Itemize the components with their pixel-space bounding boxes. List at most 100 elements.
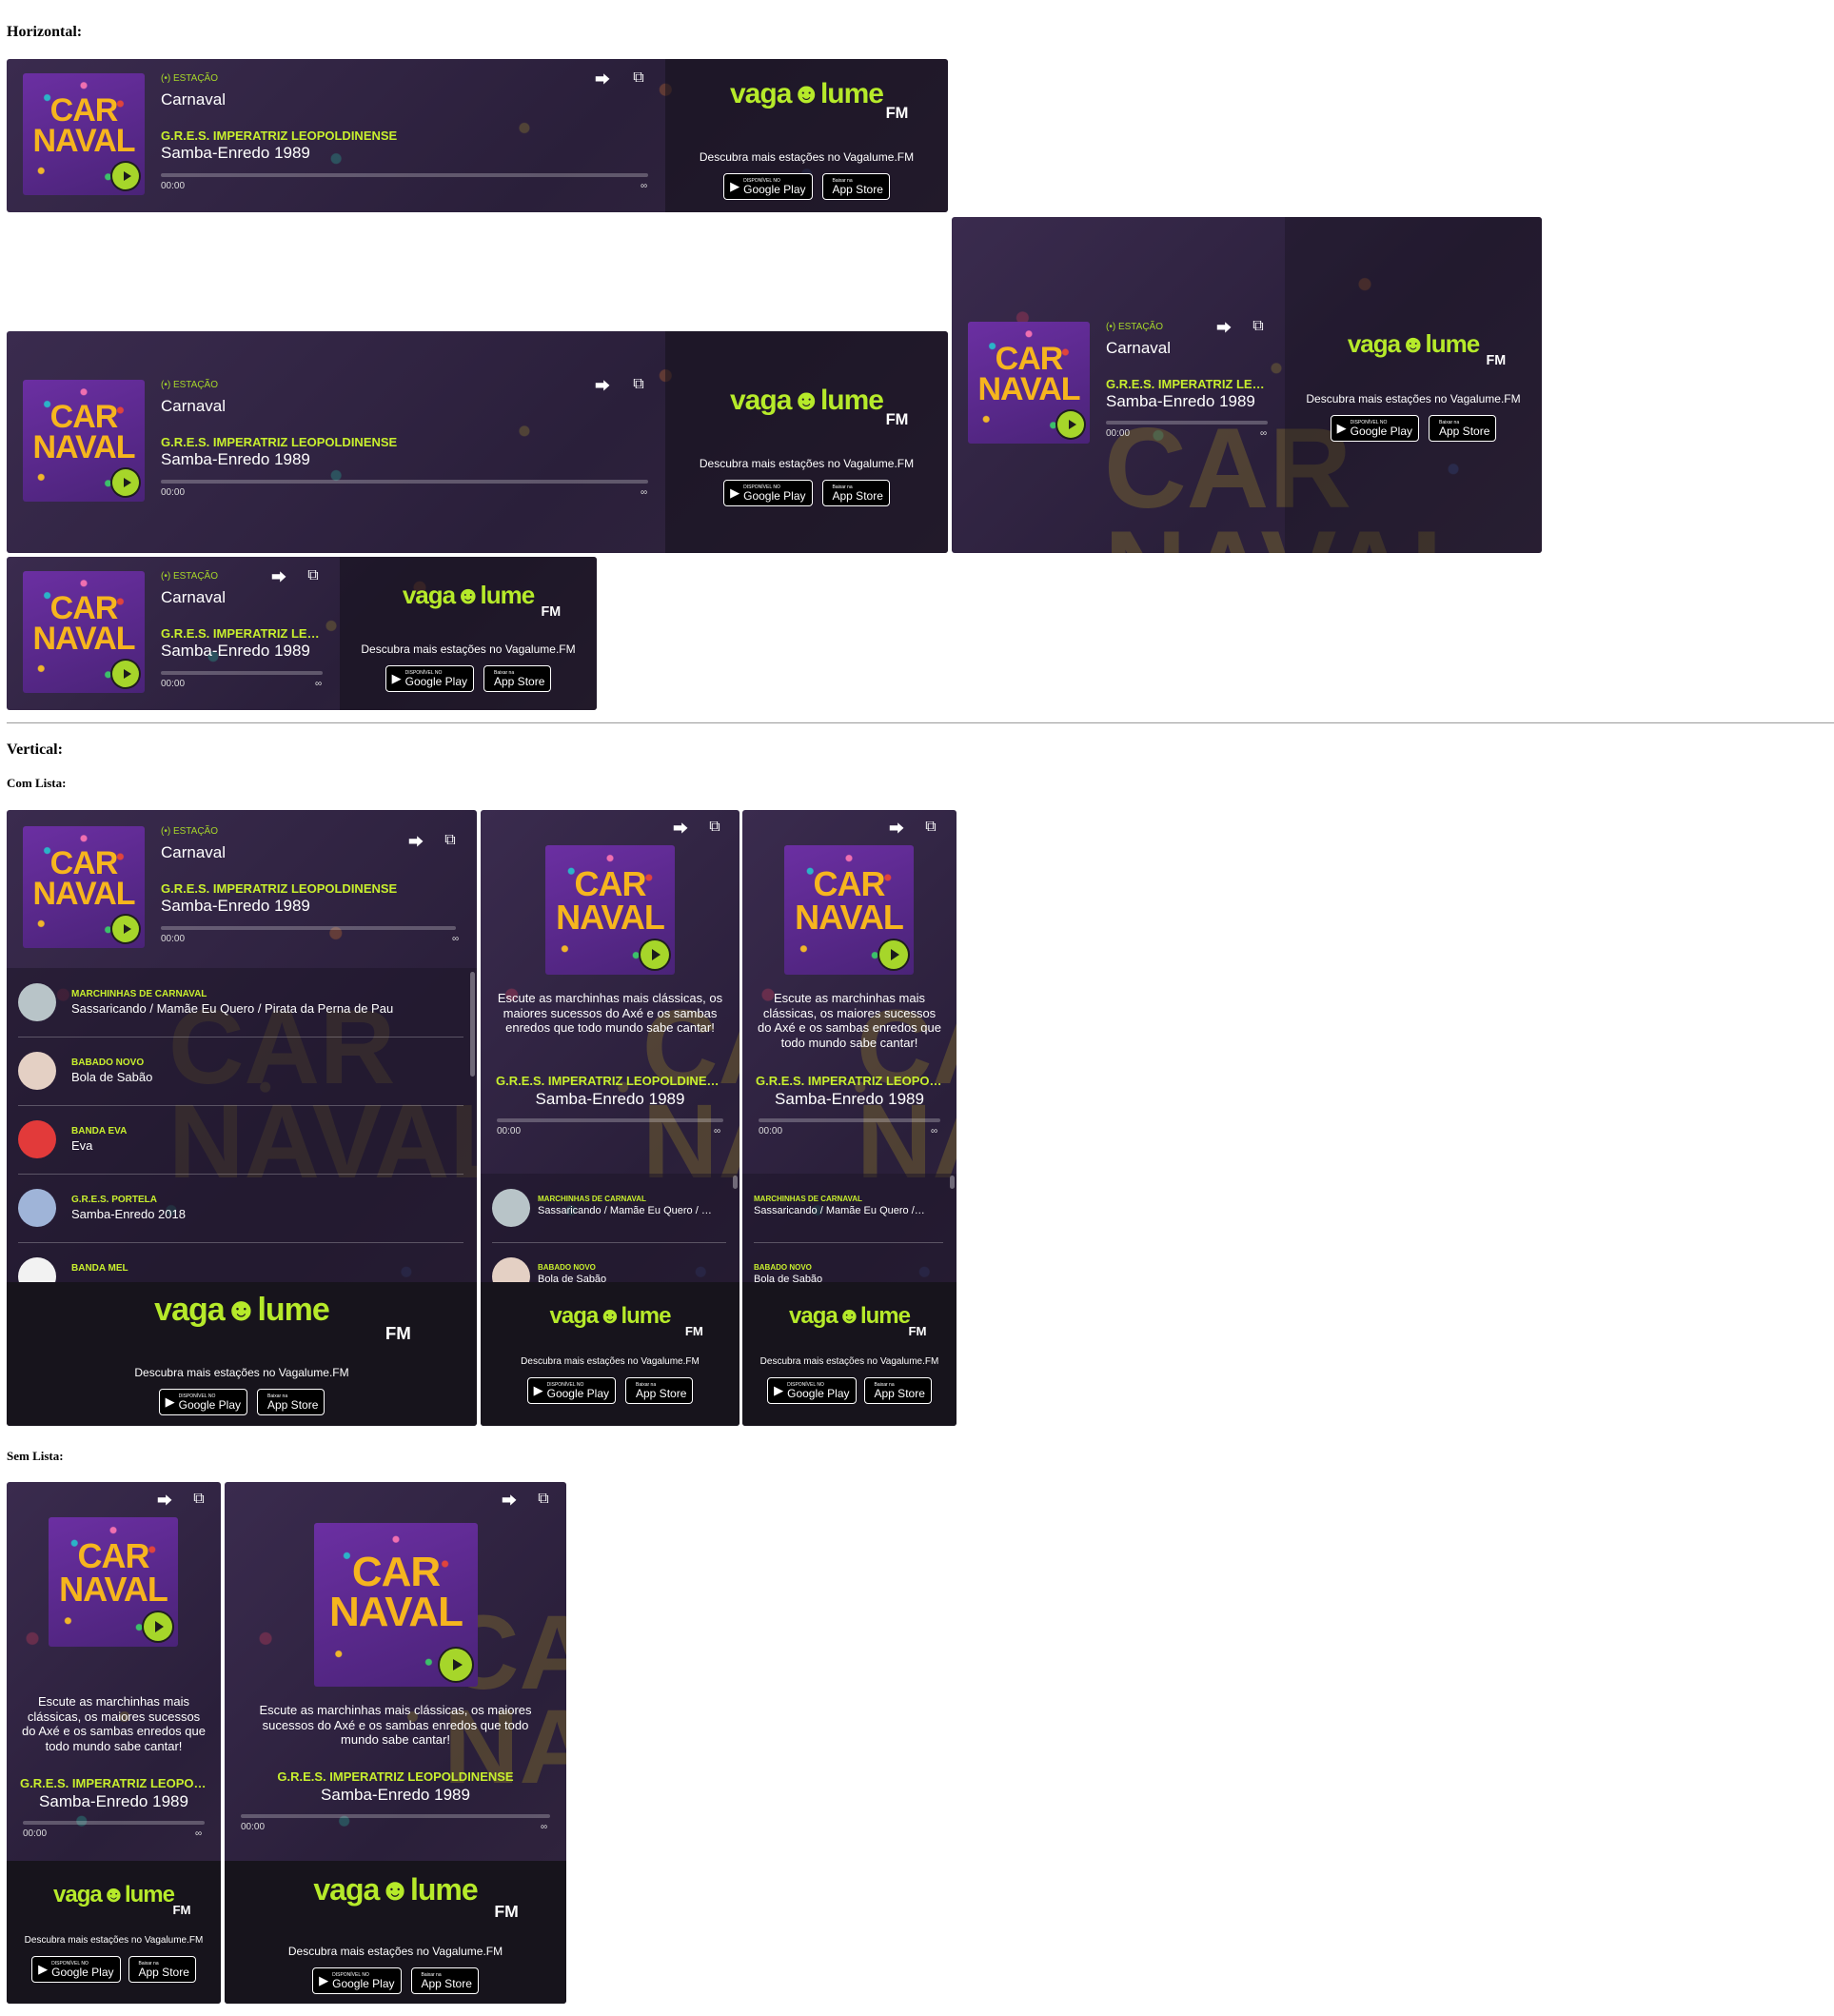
progress-bar[interactable]	[759, 1118, 940, 1122]
station-name: Carnaval	[161, 843, 227, 861]
station-name: Carnaval	[161, 90, 227, 109]
progress-bar[interactable]	[1106, 421, 1268, 425]
share-icon[interactable]: ⮕	[269, 566, 288, 586]
google-play-button[interactable]: ▶ DISPONÍVEL NO Google Play	[385, 665, 474, 692]
list-item[interactable]: G.R.E.S. PORTELA Samba-Enredo 2018	[18, 1174, 463, 1243]
list-item[interactable]: MARCHINHAS DE CARNAVAL Sassaricando / Ma…	[18, 968, 463, 1038]
store-buttons: ▶ DISPONÍVEL NO Google Play Baixar na App S…	[665, 480, 948, 506]
external-window-icon[interactable]: ⧉	[629, 375, 648, 394]
app-store-button[interactable]: Baixar na App Store	[483, 665, 552, 692]
google-play-button[interactable]: ▶ DISPONÍVEL NO Google Play	[526, 1377, 616, 1404]
cover-title: CAR NAVAL	[32, 399, 135, 466]
artist-avatar	[18, 983, 56, 1021]
google-play-button[interactable]: ▶ DISPONÍVEL NO Google Play	[767, 1377, 857, 1404]
external-window-icon[interactable]: ⧉	[441, 831, 460, 850]
external-window-icon[interactable]: ⧉	[534, 1490, 553, 1509]
list-item[interactable]: MARCHINHAS DE CARNAVAL Sassaricando / Ma…	[754, 1174, 943, 1243]
progress-bar[interactable]	[161, 480, 648, 484]
share-icon[interactable]: ⮕	[155, 1490, 174, 1510]
play-icon[interactable]	[112, 163, 139, 189]
play-icon[interactable]	[144, 1612, 172, 1641]
external-window-icon[interactable]: ⧉	[629, 69, 648, 88]
list-scrollbar[interactable]	[733, 1176, 738, 1189]
share-icon[interactable]: ⮕	[671, 818, 690, 838]
play-triangle-icon	[123, 171, 131, 181]
station-track-list: MARCHINHAS DE CARNAVAL Sassaricando / Ma…	[7, 968, 477, 1282]
progress-bar[interactable]	[241, 1814, 550, 1818]
app-store-button[interactable]: Baixar na App Store	[821, 173, 890, 200]
list-scrollbar[interactable]	[470, 972, 475, 1077]
list-item[interactable]: MARCHINHAS DE CARNAVAL Sassaricando / Ma…	[492, 1174, 726, 1243]
app-store-button[interactable]: Baixar na App Store	[821, 480, 890, 506]
play-icon[interactable]	[879, 940, 908, 969]
app-store-button[interactable]: Baixar na App Store	[1429, 415, 1497, 442]
app-store-button[interactable]: Baixar na App Store	[410, 1967, 479, 1994]
google-play-button[interactable]: ▶ DISPONÍVEL NO Google Play	[1330, 415, 1419, 442]
google-play-button[interactable]: ▶ DISPONÍVEL NO Google Play	[723, 173, 813, 200]
app-store-button[interactable]: Baixar na App Store	[128, 1956, 196, 1983]
share-icon[interactable]: ⮕	[887, 818, 906, 838]
duration-infinite: ∞	[452, 934, 460, 944]
vagalume-fm-logo: vaga☻lume FM	[154, 1292, 411, 1343]
duration-infinite: ∞	[1260, 428, 1268, 439]
list-scrollbar[interactable]	[950, 1176, 955, 1189]
list-item[interactable]: BANDA EVA Eva	[18, 1105, 463, 1175]
list-item[interactable]: BANDA MEL	[18, 1242, 463, 1282]
share-icon[interactable]: ⮕	[500, 1490, 519, 1510]
list-item-artist: G.R.E.S. PORTELA	[71, 1195, 158, 1205]
progress-bar[interactable]	[23, 1821, 205, 1825]
cover-title: CAR NAVAL	[32, 92, 135, 160]
song-title: Samba-Enredo 1989	[39, 1792, 188, 1810]
store-buttons: ▶ DISPONÍVEL NO Google Play Baixar na App S…	[7, 1956, 221, 1983]
share-icon[interactable]: ⮕	[593, 375, 612, 395]
cover-art: CAR NAVAL	[545, 845, 675, 975]
play-icon[interactable]	[1057, 411, 1084, 438]
cover-art: CAR NAVAL	[784, 845, 914, 975]
store-buttons: ▶ DISPONÍVEL NO Google Play Baixar na App S…	[225, 1967, 566, 1994]
play-triangle-icon	[123, 669, 131, 679]
app-store-button[interactable]: Baixar na App Store	[863, 1377, 932, 1404]
station-description: Escute as marchinhas mais clássicas, os …	[497, 991, 723, 1036]
list-item-artist: BABADO NOVO	[538, 1263, 596, 1272]
list-item[interactable]: BABADO NOVO Bola de Sabão	[492, 1242, 726, 1282]
share-icon[interactable]: ⮕	[1214, 317, 1233, 337]
play-icon[interactable]	[112, 916, 139, 942]
progress-bar[interactable]	[161, 671, 323, 675]
elapsed-time: 00:00	[161, 181, 186, 191]
google-play-button[interactable]: ▶ DISPONÍVEL NO Google Play	[31, 1956, 121, 1983]
cover-title: CAR NAVAL	[556, 864, 665, 937]
google-play-button[interactable]: ▶ DISPONÍVEL NO Google Play	[158, 1389, 247, 1415]
play-icon[interactable]	[112, 661, 139, 687]
external-window-icon[interactable]: ⧉	[1249, 317, 1268, 336]
external-window-icon[interactable]: ⧉	[921, 818, 940, 837]
progress-bar[interactable]	[161, 173, 648, 177]
app-store-button[interactable]: Baixar na App Store	[257, 1389, 325, 1415]
play-icon[interactable]	[112, 469, 139, 496]
cover-art: CAR NAVAL	[49, 1517, 178, 1647]
google-play-icon: ▶	[730, 179, 740, 193]
share-icon[interactable]: ⮕	[406, 831, 425, 851]
google-play-button[interactable]: ▶ DISPONÍVEL NO Google Play	[723, 480, 813, 506]
external-window-icon[interactable]: ⧉	[304, 566, 323, 585]
google-play-icon: ▶	[533, 1383, 543, 1397]
station-description: Escute as marchinhas mais clássicas, os …	[22, 1694, 206, 1753]
external-window-icon[interactable]: ⧉	[705, 818, 724, 837]
section-divider	[7, 722, 1834, 723]
progress-bar[interactable]	[161, 926, 456, 930]
player-widget-vertical-narrow: ⮕ ⧉ CAR NAVAL Escute as marchinhas mais …	[7, 1482, 221, 2004]
artist-name: G.R.E.S. IMPERATRIZ LEOPOLDINENSE	[161, 626, 323, 641]
cover-art: CAR NAVAL	[23, 380, 145, 502]
google-play-icon: ▶	[730, 485, 740, 500]
list-item[interactable]: BABADO NOVO Bola de Sabão	[18, 1037, 463, 1106]
app-store-button[interactable]: Baixar na App Store	[625, 1377, 694, 1404]
play-icon[interactable]	[440, 1649, 472, 1681]
external-window-icon[interactable]: ⧉	[189, 1490, 208, 1509]
google-play-button[interactable]: ▶ DISPONÍVEL NO Google Play	[312, 1967, 402, 1994]
share-icon[interactable]: ⮕	[593, 69, 612, 89]
list-item-song: Sassaricando / Mamãe Eu Quero / Pirata d…	[71, 1001, 394, 1016]
list-item[interactable]: BABADO NOVO Bola de Sabão	[754, 1242, 943, 1282]
progress-bar[interactable]	[497, 1118, 723, 1122]
promo-text: Descubra mais estações no Vagalume.FM	[361, 642, 576, 656]
play-icon[interactable]	[641, 940, 669, 969]
list-item-artist: MARCHINHAS DE CARNAVAL	[71, 989, 207, 999]
